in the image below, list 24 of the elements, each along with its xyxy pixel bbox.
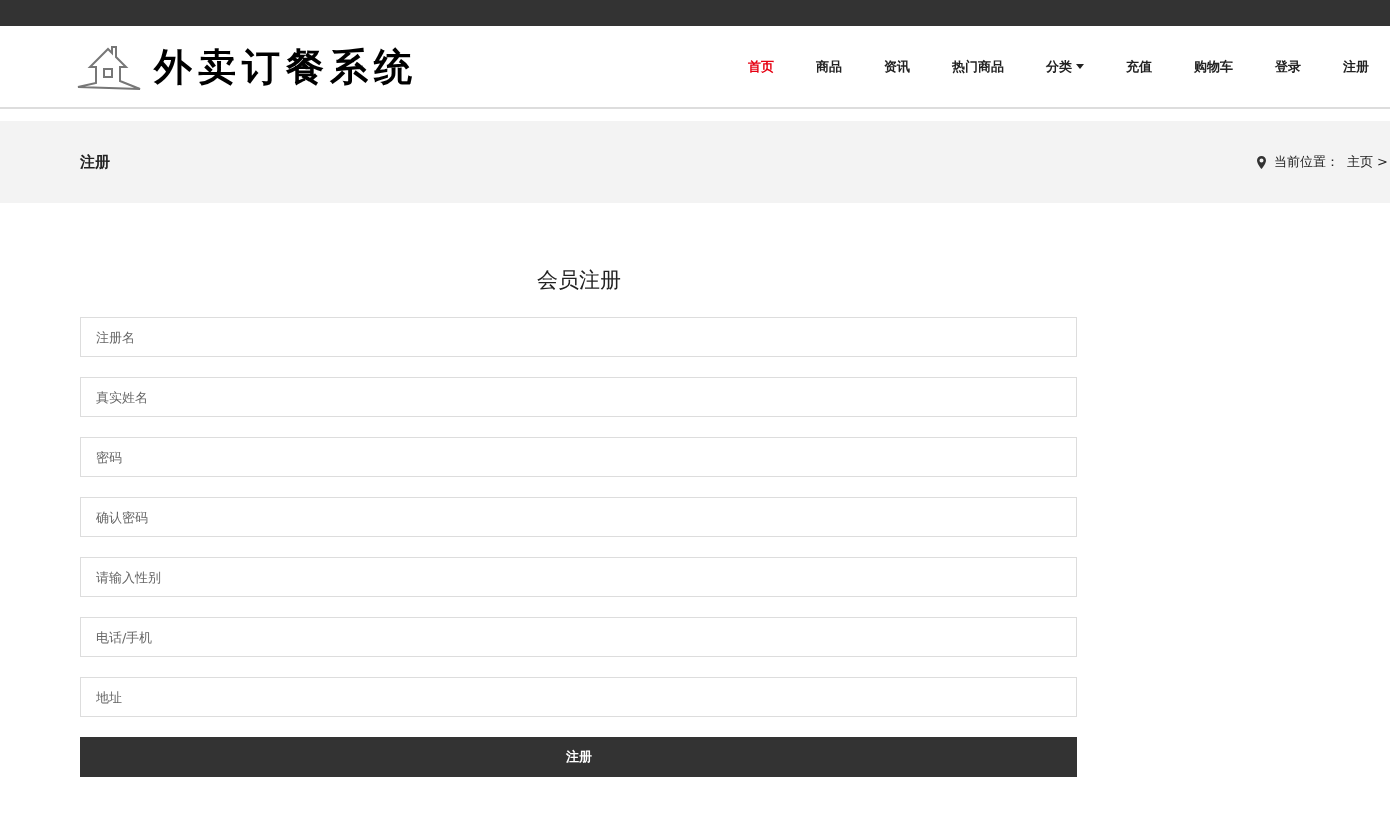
input-field[interactable]: 真实姓名 — [80, 377, 1077, 417]
page-title: 注册 — [80, 151, 110, 173]
register-button[interactable]: 注册 — [80, 737, 1077, 777]
input-field[interactable]: 确认密码 — [80, 497, 1077, 537]
logo-title: 外卖订餐系统 — [154, 47, 418, 86]
input-field[interactable]: 注册名 — [80, 317, 1077, 357]
nav-link[interactable]: 首页 — [727, 56, 795, 77]
input-field[interactable]: 请输入性别 — [80, 557, 1077, 597]
input-field[interactable]: 地址 — [80, 677, 1077, 717]
form-title: 会员注册 — [535, 267, 622, 294]
nav-link[interactable]: 热门商品 — [931, 56, 1025, 77]
location-pin-icon — [1256, 155, 1266, 169]
input-field[interactable]: 密码 — [80, 437, 1077, 477]
nav-dropdown[interactable]: 分类 — [1025, 56, 1105, 77]
nav-link[interactable]: 资讯 — [863, 56, 931, 77]
location-label: 当前位置： — [1273, 153, 1339, 172]
nav-link[interactable]: 充值 — [1105, 56, 1173, 77]
nav-link[interactable]: 购物车 — [1173, 56, 1254, 77]
nav-link[interactable]: 登录 — [1254, 56, 1322, 77]
nav-link[interactable]: 商品 — [795, 56, 863, 77]
caret-icon — [1076, 64, 1084, 69]
nav-link[interactable]: 注册 — [1322, 56, 1390, 77]
input-field[interactable]: 电话/手机 — [80, 617, 1077, 657]
breadcrumb-link[interactable]: 主页 > — [1346, 152, 1388, 172]
